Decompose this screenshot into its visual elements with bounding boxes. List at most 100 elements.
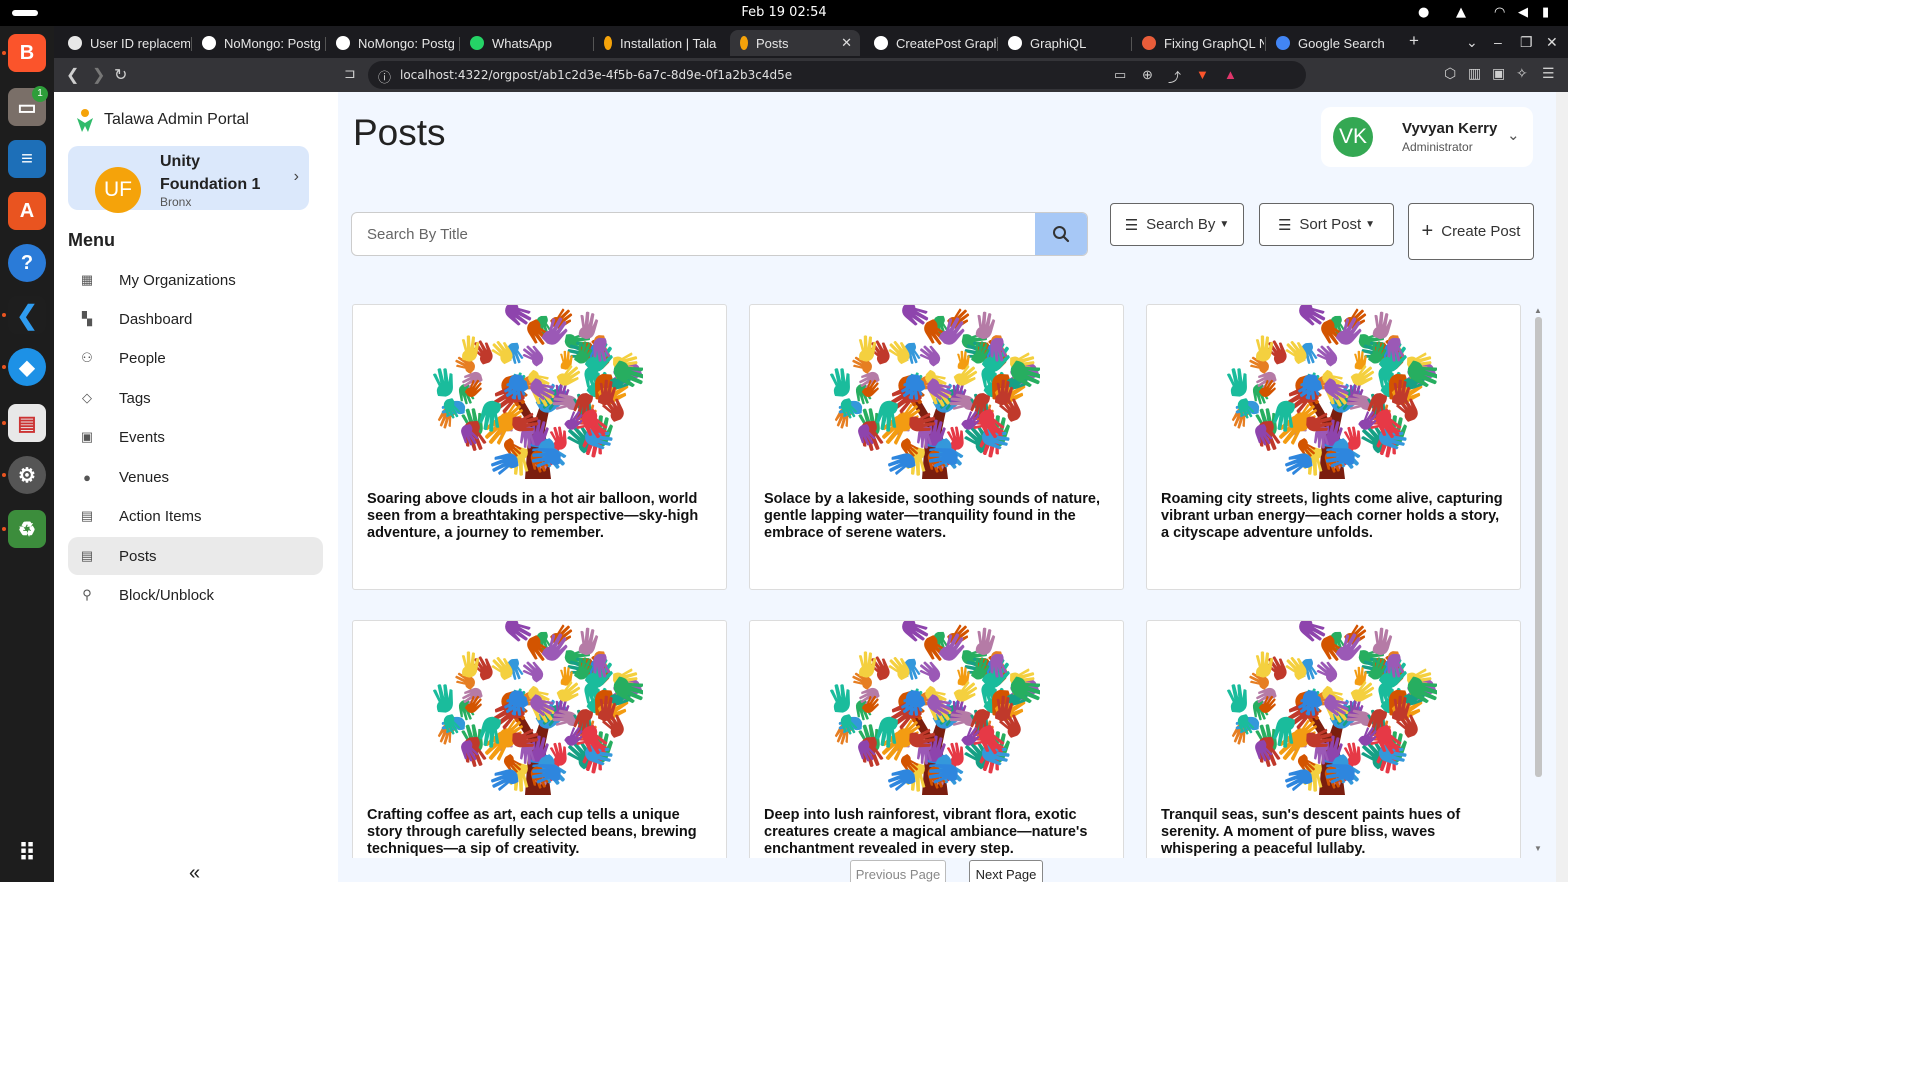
brave-rewards-icon[interactable]: ▲ [1224,67,1237,82]
brave-shields-icon[interactable]: ▼ [1196,67,1209,82]
hand-print-shape [1255,651,1274,678]
scrollbar-thumb[interactable] [1535,317,1542,777]
browser-tab[interactable]: Google Search [1266,30,1398,56]
search-button[interactable] [1035,213,1087,255]
collapse-sidebar-icon[interactable]: « [189,862,200,885]
extensions-icon[interactable]: ⬡ [1444,65,1456,82]
tab-label: CreatePost Graph [896,35,996,51]
cast-icon[interactable]: ▭ [1114,67,1126,83]
reload-icon[interactable]: ↻ [114,65,127,85]
url-text[interactable]: localhost:4322/orgpost/ab1c2d3e-4f5b-6a7… [400,68,792,82]
document-viewer-icon[interactable]: ▤ [8,404,46,442]
user-profile-card[interactable]: VK Vyvyan Kerry Administrator ⌄ [1321,107,1533,167]
create-post-button[interactable]: + Create Post [1408,203,1534,260]
post-card[interactable]: Soaring above clouds in a hot air balloo… [352,304,727,590]
browser-tab[interactable]: NoMongo: Postg [192,30,324,56]
post-card[interactable]: Crafting coffee as art, each cup tells a… [352,620,727,858]
hand-print-shape [1227,368,1247,397]
browser-tab[interactable]: Fixing GraphQL N [1132,30,1264,56]
post-card[interactable]: Solace by a lakeside, soothing sounds of… [749,304,1124,590]
browser-tab[interactable]: GraphiQL [998,30,1130,56]
sidebar-item-people[interactable]: ⚇ People [68,339,323,377]
sidebar-item-label: People [119,349,166,367]
post-card[interactable]: Tranquil seas, sun's descent paints hues… [1146,620,1521,858]
browser-tab[interactable]: User ID replacem [58,30,190,56]
help-icon[interactable]: ? [8,244,46,282]
sort-post-dropdown[interactable]: ☰ Sort Post ▼ [1259,203,1394,246]
hand-print-shape [522,661,544,683]
sidebar-item-my-organizations[interactable]: ▦ My Organizations [68,261,323,299]
running-indicator [2,365,6,369]
hand-print-shape [578,311,599,339]
post-card[interactable]: Deep into lush rainforest, vibrant flora… [749,620,1124,858]
new-tab-icon[interactable]: + [1409,31,1419,51]
post-text: Deep into lush rainforest, vibrant flora… [764,807,1088,857]
tab-label: Fixing GraphQL N [1164,35,1264,51]
browser-tab[interactable]: Installation | Tala [594,30,726,56]
organization-card[interactable]: UF Unity Foundation 1 Bronx › [68,146,309,213]
previous-page-button[interactable]: Previous Page [850,860,946,882]
site-info-icon[interactable]: ⓘ [378,67,391,86]
filter-lines-icon: ☰ [1124,216,1139,234]
sidebar-item-tags[interactable]: ◇ Tags [68,379,323,417]
browser-tab-active[interactable]: Posts ✕ [730,30,860,56]
scroll-down-icon[interactable]: ▼ [1534,844,1542,853]
minimize-icon[interactable]: – [1494,34,1502,50]
hand-print-shape [1255,335,1274,362]
settings-icon[interactable]: ⚙ [8,456,46,494]
app-center-icon[interactable]: A [8,192,46,230]
vscode-icon[interactable]: ❮ [8,296,46,334]
sidebar-item-posts[interactable]: ▤ Posts [68,537,323,575]
github-icon [336,36,350,50]
sidebar-item-venues[interactable]: ● Venues [68,458,323,496]
zoom-icon[interactable]: ⊕ [1142,67,1153,83]
docker-icon[interactable]: ◆ [8,348,46,386]
show-apps-icon[interactable]: ⠿ [8,834,46,872]
sidebar-item-label: My Organizations [119,271,236,289]
graphql-icon [874,36,888,50]
hand-print-shape [1316,661,1338,683]
back-icon[interactable]: ❮ [66,65,79,85]
address-bar[interactable]: ⓘ localhost:4322/orgpost/ab1c2d3e-4f5b-6… [368,61,1306,89]
writer-icon[interactable]: ≡ [8,140,46,178]
menu-icon[interactable]: ☰ [1542,65,1555,82]
hand-print-shape [433,368,453,397]
browser-tab[interactable]: WhatsApp [460,30,592,56]
system-clock[interactable]: Feb 19 02:54 [0,5,1568,20]
forward-icon[interactable]: ❯ [92,65,105,85]
share-icon[interactable]: ⤴ [1168,67,1181,86]
wallet-icon[interactable]: ▣ [1492,65,1505,82]
search-input[interactable] [352,213,1036,255]
sidebar-item-dashboard[interactable]: ▚ Dashboard [68,300,323,338]
sidebar-item-block-unblock[interactable]: ⚲ Block/Unblock [68,576,323,614]
maximize-icon[interactable]: ❐ [1520,34,1533,51]
next-page-button[interactable]: Next Page [969,860,1043,882]
battery-icon[interactable]: ▮ [1542,5,1549,20]
chrome-indicator-icon[interactable]: ● [1418,5,1429,20]
sidebar-item-label: Tags [119,389,151,407]
sidebar-item-events[interactable]: ▣ Events [68,418,323,456]
browser-toolbar: ❮ ❯ ↻ ⊐ ⓘ localhost:4322/orgpost/ab1c2d3… [54,58,1568,92]
chevron-down-icon[interactable]: ⌄ [1507,126,1520,144]
hand-print-shape [578,627,599,655]
scroll-up-icon[interactable]: ▲ [1534,306,1542,315]
search-by-dropdown[interactable]: ☰ Search By ▼ [1110,203,1244,246]
close-window-icon[interactable]: ✕ [1546,34,1558,51]
docker-tray-icon[interactable]: ▲ [1456,5,1466,20]
bookmark-icon[interactable]: ⊐ [344,65,356,82]
sidebar-toggle-icon[interactable]: ▥ [1468,65,1481,82]
hand-print-shape [919,345,941,367]
volume-icon[interactable]: ◀ [1518,5,1528,20]
browser-tab[interactable]: CreatePost Graph [864,30,996,56]
close-icon[interactable]: ✕ [841,35,852,51]
page-scrollbar[interactable] [1556,92,1568,882]
brave-browser-icon[interactable]: B [8,34,46,72]
leo-ai-icon[interactable]: ✧ [1516,65,1528,82]
tab-list-chevron-icon[interactable]: ⌄ [1466,34,1478,51]
wifi-icon[interactable]: ◠ [1494,5,1505,20]
sidebar-item-action-items[interactable]: ▤ Action Items [68,497,323,535]
whatsapp-icon [470,36,484,50]
trash-icon[interactable]: ♻ [8,510,46,548]
browser-tab[interactable]: NoMongo: Postg [326,30,458,56]
post-card[interactable]: Roaming city streets, lights come alive,… [1146,304,1521,590]
